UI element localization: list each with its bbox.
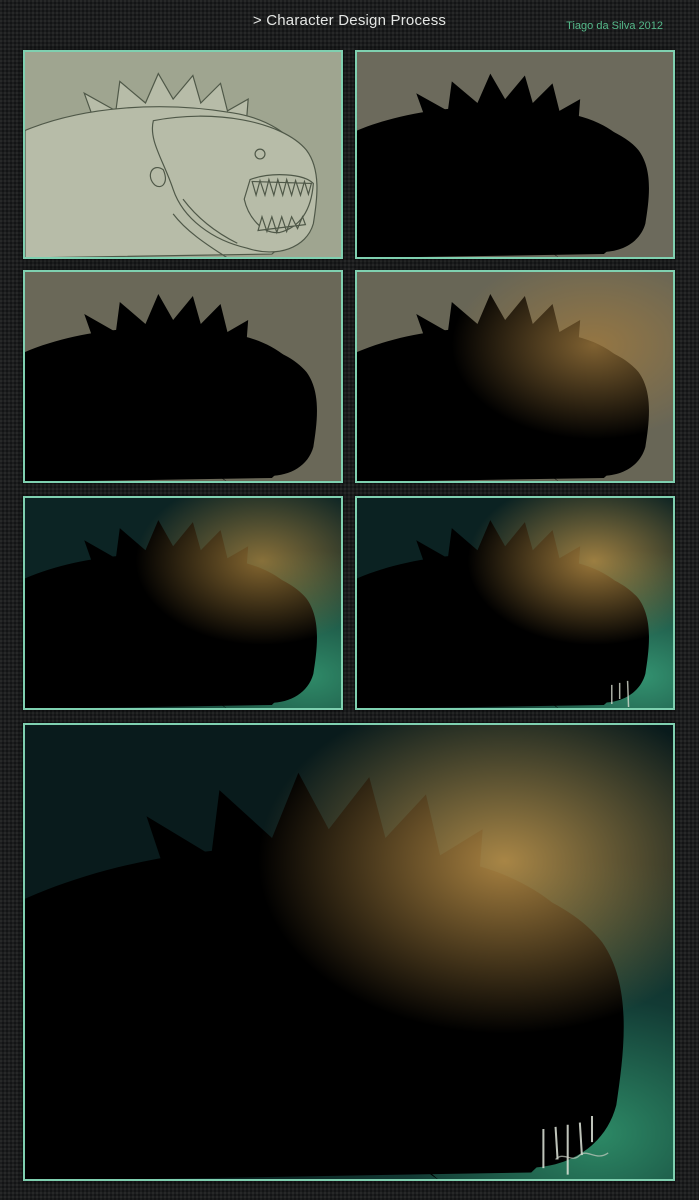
stage-base-shading-panel: #p3 .spk{fill:#181512} #p3 .bd{fill:#2e2… xyxy=(23,270,343,483)
background-color-image: #p5 .spk{fill:#14110e} #p5 .bd{fill:#261… xyxy=(25,498,341,708)
flat-color-image: #p2 .spk{fill:#1b1815} #p2 .bd{fill:#2f2… xyxy=(357,52,673,257)
sketch-image: #p1 .spk{fill:#aeb39f;stroke:#4f5848} #p… xyxy=(25,52,341,257)
stage-lighting-panel: #p4 .spk{fill:#171411} #p4 .bd{fill:#2b2… xyxy=(355,270,675,483)
stage-details-panel: #p6 .spk{fill:#13100d} #p6 .bd{fill:#251… xyxy=(355,496,675,710)
stage-background-color-panel: #p5 .spk{fill:#14110e} #p5 .bd{fill:#261… xyxy=(23,496,343,710)
lighting-image: #p4 .spk{fill:#171411} #p4 .bd{fill:#2b2… xyxy=(357,272,673,481)
details-image: #p6 .spk{fill:#13100d} #p6 .bd{fill:#251… xyxy=(357,498,673,708)
stage-sketch-panel: #p1 .spk{fill:#aeb39f;stroke:#4f5848} #p… xyxy=(23,50,343,259)
stage-final-render-panel: #p7 .spk{fill:#110e0b} #p7 .bd{fill:#221… xyxy=(23,723,675,1181)
author-credit: Tiago da Silva 2012 xyxy=(566,20,663,32)
stage-flat-color-panel: #p2 .spk{fill:#1b1815} #p2 .bd{fill:#2f2… xyxy=(355,50,675,259)
base-shading-image: #p3 .spk{fill:#181512} #p3 .bd{fill:#2e2… xyxy=(25,272,341,481)
final-render-image: #p7 .spk{fill:#110e0b} #p7 .bd{fill:#221… xyxy=(25,725,673,1179)
